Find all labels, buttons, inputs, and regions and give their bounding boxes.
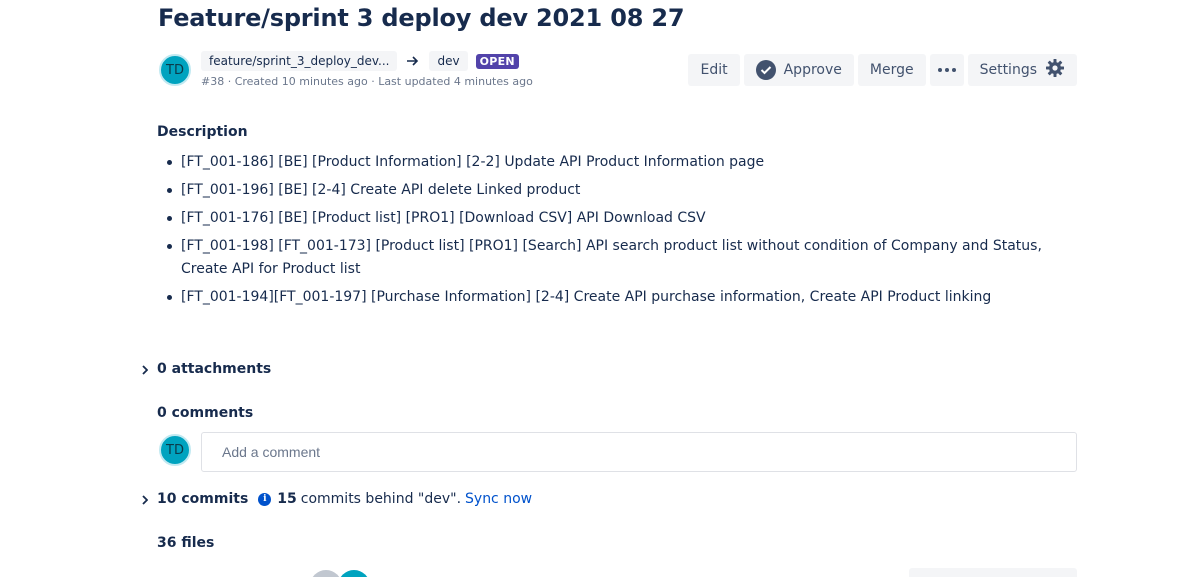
gear-icon [1045, 58, 1065, 82]
pr-meta: #38 · Created 10 minutes ago · Last upda… [201, 75, 533, 88]
avatar[interactable] [310, 570, 342, 577]
list-item: [FT_001-194][FT_001-197] [Purchase Infor… [167, 286, 1061, 309]
settings-button[interactable]: Settings [967, 54, 1077, 86]
status-badge: OPEN [475, 53, 519, 69]
files-filter-button[interactable] [909, 568, 1077, 577]
arrow-right-icon [407, 54, 419, 69]
approve-label: Approve [783, 62, 842, 78]
action-toolbar: Edit Approve Merge Settings [688, 54, 1077, 86]
pr-title: Feature/sprint 3 deploy dev 2021 08 27 [158, 4, 685, 32]
branch-row: feature/sprint_3_deploy_dev... dev OPEN [201, 51, 519, 71]
chevron-right-icon[interactable] [140, 494, 150, 506]
edit-label: Edit [700, 62, 728, 78]
description-list: [FT_001-186] [BE] [Product Information] … [167, 151, 1061, 314]
check-circle-icon [755, 60, 776, 80]
list-item: [FT_001-198] [FT_001-173] [Product list]… [167, 235, 1061, 281]
more-icon [937, 68, 956, 72]
chevron-right-icon[interactable] [140, 364, 150, 376]
author-avatar[interactable]: TD [159, 54, 191, 86]
more-button[interactable] [929, 54, 964, 86]
target-branch[interactable]: dev [429, 51, 468, 71]
behind-text: commits behind "dev". [300, 491, 462, 507]
behind-count: 15 [277, 491, 297, 507]
list-item: [FT_001-196] [BE] [2-4] Create API delet… [167, 179, 1061, 202]
avatar[interactable] [338, 570, 370, 577]
attachments-toggle[interactable]: 0 attachments [157, 361, 271, 377]
merge-label: Merge [869, 62, 914, 78]
info-icon: i [258, 492, 272, 506]
commits-toggle[interactable]: 10 commits [157, 491, 248, 507]
commenter-avatar: TD [159, 434, 191, 466]
reviewer-avatars [310, 570, 370, 577]
comment-input[interactable] [201, 432, 1077, 472]
sync-now-link[interactable]: Sync now [465, 491, 532, 507]
description-heading: Description [157, 124, 248, 140]
merge-button[interactable]: Merge [857, 54, 926, 86]
source-branch[interactable]: feature/sprint_3_deploy_dev... [201, 51, 398, 71]
approve-button[interactable]: Approve [743, 54, 854, 86]
list-item: [FT_001-176] [BE] [Product list] [PRO1] … [167, 207, 1061, 230]
settings-label: Settings [979, 62, 1037, 78]
list-item: [FT_001-186] [BE] [Product Information] … [167, 151, 1061, 174]
files-heading: 36 files [157, 535, 215, 551]
comments-heading: 0 comments [157, 405, 254, 421]
commits-row: 10 commits i 15 commits behind "dev". Sy… [157, 491, 532, 507]
edit-button[interactable]: Edit [688, 54, 740, 86]
